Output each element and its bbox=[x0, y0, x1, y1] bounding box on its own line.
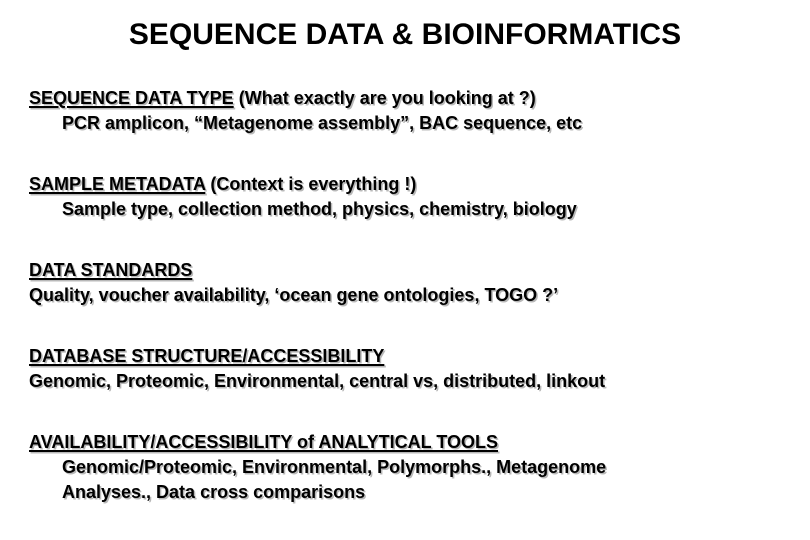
section-heading-label: DATA STANDARDS bbox=[29, 260, 193, 280]
section-body-line: Genomic, Proteomic, Environmental, centr… bbox=[29, 371, 606, 391]
section-heading: DATA STANDARDS bbox=[29, 258, 810, 283]
section-heading-label: DATABASE STRUCTURE/ACCESSIBILITY bbox=[29, 346, 385, 366]
section-body-line: Analyses., Data cross comparisons bbox=[62, 482, 366, 502]
slide-canvas: SEQUENCE DATA & BIOINFORMATICS SEQUENCE … bbox=[0, 0, 810, 540]
section-heading: DATABASE STRUCTURE/ACCESSIBILITY bbox=[29, 344, 810, 369]
section-body-line: PCR amplicon, “Metagenome assembly”, BAC… bbox=[62, 113, 583, 133]
section-body-line: Genomic/Proteomic, Environmental, Polymo… bbox=[62, 457, 607, 477]
section-analytical-tools: AVAILABILITY/ACCESSIBILITY of ANALYTICAL… bbox=[29, 430, 810, 505]
section-database-structure: DATABASE STRUCTURE/ACCESSIBILITY Genomic… bbox=[29, 344, 810, 394]
section-heading: AVAILABILITY/ACCESSIBILITY of ANALYTICAL… bbox=[29, 430, 810, 455]
section-heading: SAMPLE METADATA (Context is everything !… bbox=[29, 172, 810, 197]
section-heading-label: AVAILABILITY/ACCESSIBILITY of ANALYTICAL… bbox=[29, 432, 499, 452]
section-sample-metadata: SAMPLE METADATA (Context is everything !… bbox=[29, 172, 810, 222]
section-body-line: Sample type, collection method, physics,… bbox=[62, 199, 577, 219]
section-heading-note: (What exactly are you looking at ?) bbox=[233, 88, 536, 108]
section-data-standards: DATA STANDARDS Quality, voucher availabi… bbox=[29, 258, 810, 308]
section-body-line: Quality, voucher availability, ‘ocean ge… bbox=[29, 285, 559, 305]
section-sequence-data-type: SEQUENCE DATA TYPE (What exactly are you… bbox=[29, 86, 810, 136]
section-heading-label: SEQUENCE DATA TYPE bbox=[29, 88, 234, 108]
section-heading-note: (Context is everything !) bbox=[205, 174, 417, 194]
section-heading-label: SAMPLE METADATA bbox=[29, 174, 206, 194]
section-heading: SEQUENCE DATA TYPE (What exactly are you… bbox=[29, 86, 810, 111]
page-title: SEQUENCE DATA & BIOINFORMATICS bbox=[128, 18, 682, 51]
